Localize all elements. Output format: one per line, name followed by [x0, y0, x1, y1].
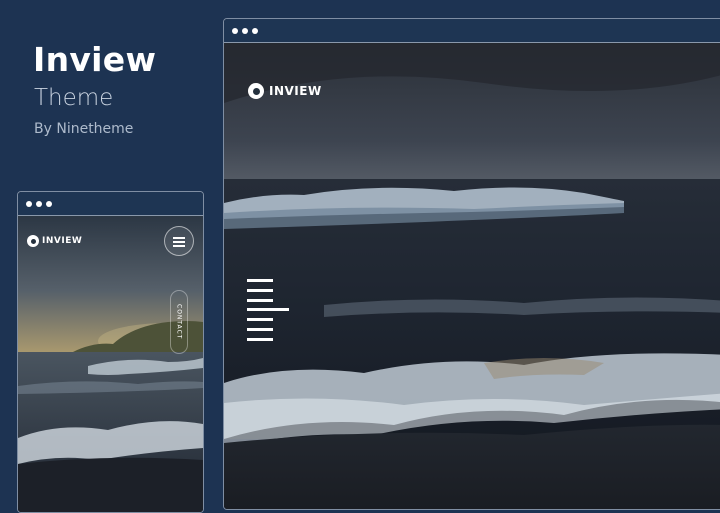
- window-dot-icon[interactable]: [26, 200, 32, 207]
- mobile-browser-window: INVIEW CONTACT: [17, 191, 204, 513]
- promo-subtitle: Theme: [34, 85, 114, 111]
- desktop-browser-window: INVIEW: [223, 18, 720, 510]
- ring-logo-icon: [248, 83, 264, 99]
- window-dot-icon[interactable]: [232, 27, 238, 34]
- window-dot-icon[interactable]: [252, 27, 258, 34]
- mobile-titlebar: [18, 192, 203, 216]
- ocean-hero-image: [224, 43, 720, 509]
- contact-tab[interactable]: CONTACT: [170, 290, 188, 354]
- promo-author: By Ninetheme: [34, 121, 134, 137]
- desktop-logo-text: INVIEW: [269, 84, 322, 98]
- window-dot-icon[interactable]: [36, 200, 42, 207]
- mobile-logo-text: INVIEW: [42, 236, 83, 246]
- mobile-hero: INVIEW CONTACT: [18, 216, 203, 512]
- desktop-titlebar: [224, 19, 720, 43]
- coast-hero-image: [18, 216, 203, 512]
- desktop-hero: INVIEW: [224, 43, 720, 509]
- desktop-menu-lines-icon[interactable]: [247, 279, 291, 343]
- promo-title: Inview: [33, 40, 157, 79]
- window-dot-icon[interactable]: [242, 27, 248, 34]
- hamburger-menu-button[interactable]: [164, 226, 194, 256]
- window-dot-icon[interactable]: [46, 200, 52, 207]
- desktop-logo[interactable]: INVIEW: [248, 83, 322, 99]
- ring-logo-icon: [27, 235, 39, 247]
- mobile-logo[interactable]: INVIEW: [27, 235, 82, 247]
